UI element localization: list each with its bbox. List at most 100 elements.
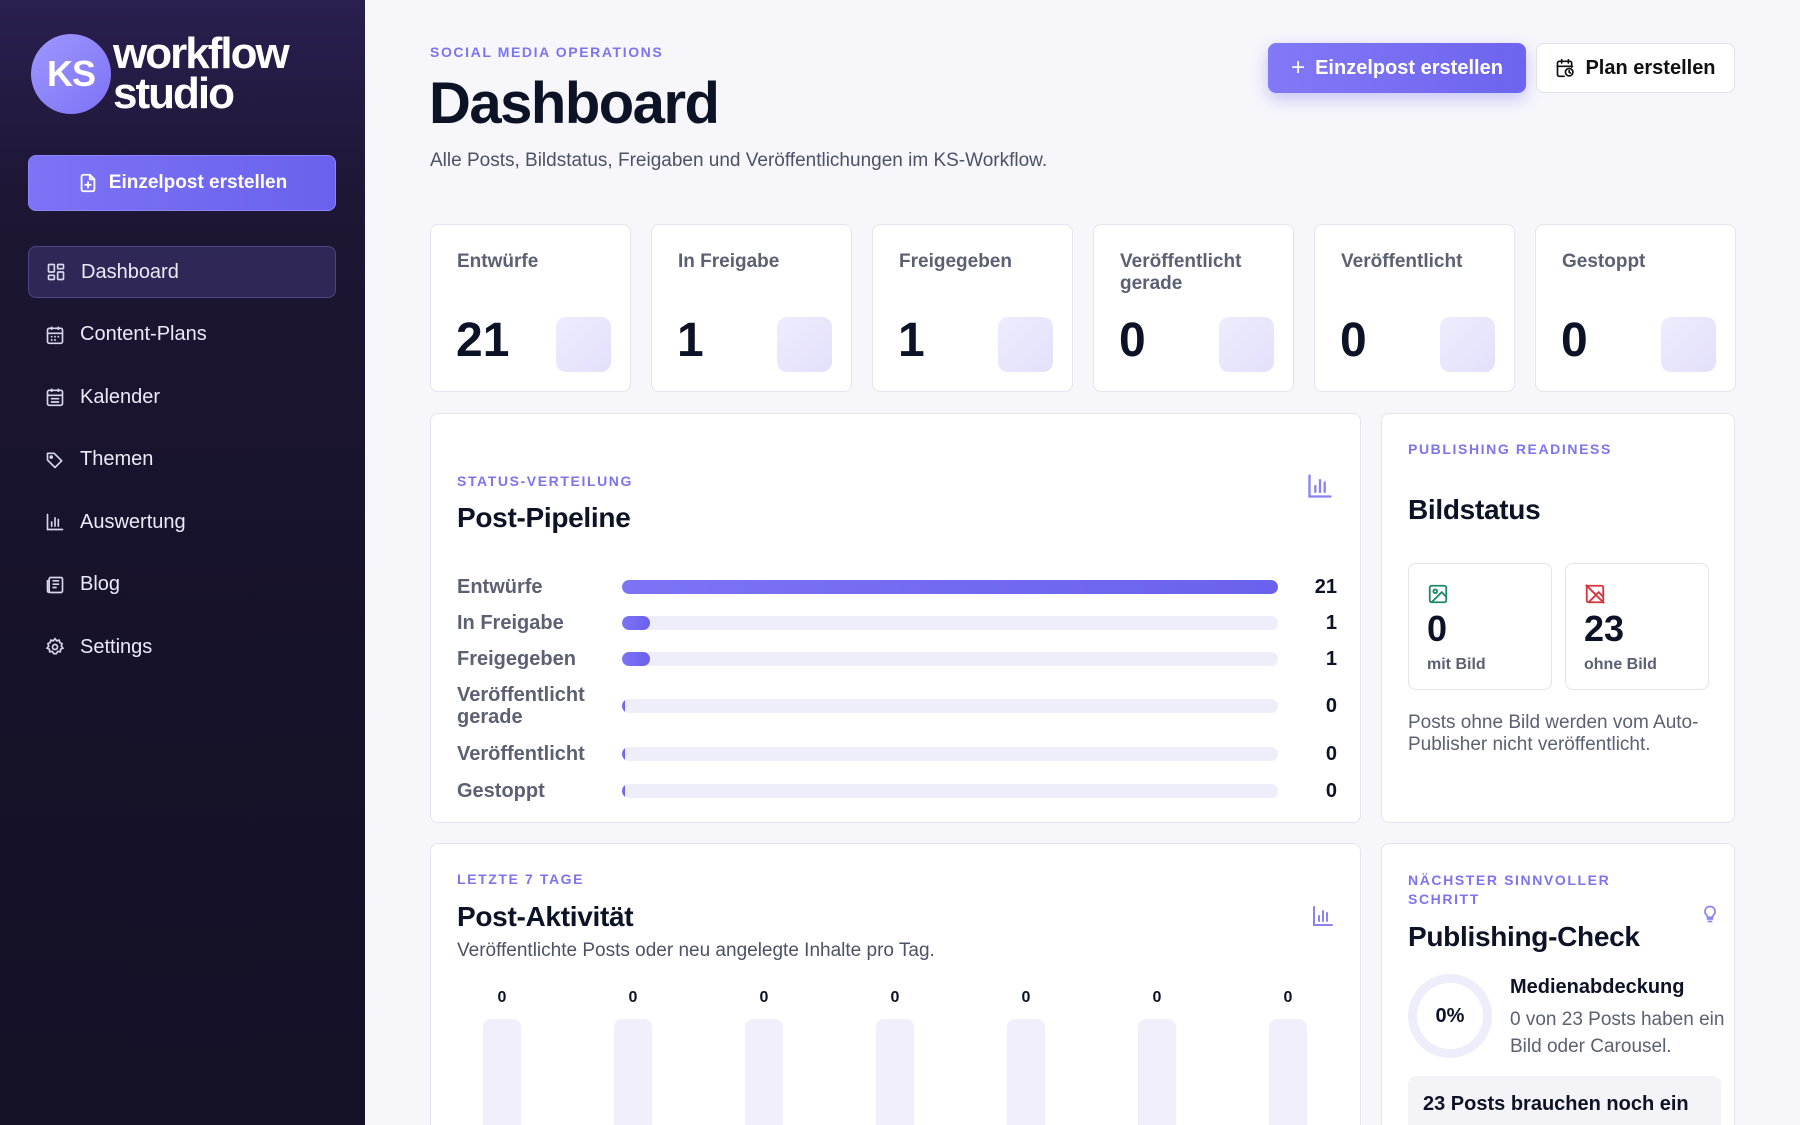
sidebar-item-themen[interactable]: Themen (28, 434, 336, 486)
file-plus-icon (80, 173, 96, 193)
activity-bar-track (483, 1019, 521, 1125)
lightbulb-icon (1704, 905, 1716, 923)
stat-label: Veröffentlicht gerade (1120, 251, 1242, 294)
pipeline-row: Freigegeben 1 (457, 641, 1337, 677)
logo-line-1: workflow (113, 29, 290, 78)
stat-value: 0 (1119, 314, 1146, 367)
sidebar-item-settings[interactable]: Settings (28, 621, 336, 673)
post-pipeline-panel: STATUS-VERTEILUNG Post-Pipeline Entwürfe… (430, 413, 1361, 823)
missing-media-text: 23 Posts brauchen noch ein (1423, 1093, 1689, 1115)
bar-chart-icon (44, 511, 66, 533)
sidebar-item-dashboard[interactable]: Dashboard (28, 246, 336, 298)
stat-icon-placeholder (556, 317, 611, 372)
activity-bar-track (1138, 1019, 1176, 1125)
stat-icon-placeholder (1440, 317, 1495, 372)
pipeline-fill (622, 747, 625, 761)
pipeline-count: 1 (1325, 611, 1337, 634)
stat-card-entwuerfe[interactable]: Entwürfe 21 (430, 224, 631, 392)
sidebar-create-post-button[interactable]: Einzelpost erstellen (28, 155, 336, 211)
sidebar-item-label: Auswertung (80, 510, 186, 533)
bar-chart-icon (1308, 474, 1332, 498)
activity-bar-column: 0 (598, 989, 668, 1125)
pipeline-label: Freigegeben (457, 648, 576, 670)
stat-card-freigegeben[interactable]: Freigegeben 1 (872, 224, 1073, 392)
pipeline-fill (622, 699, 625, 713)
activity-bar-value: 0 (1283, 989, 1293, 1006)
activity-bar-value: 0 (1021, 989, 1031, 1006)
pipeline-track (622, 747, 1278, 761)
stat-label: Freigegeben (899, 251, 1012, 272)
check-title: Publishing-Check (1408, 921, 1640, 952)
stat-icon-placeholder (998, 317, 1053, 372)
media-coverage-title: Medienabdeckung (1510, 976, 1685, 998)
page-title: Dashboard (429, 71, 720, 136)
activity-bar-value: 0 (890, 989, 900, 1006)
pipeline-row: Entwürfe 21 (457, 569, 1337, 605)
image-off-icon (1585, 584, 1605, 604)
stat-value: 1 (677, 314, 704, 367)
sidebar-item-label: Kalender (80, 385, 161, 408)
sidebar-item-auswertung[interactable]: Auswertung (28, 496, 336, 548)
create-post-label: Einzelpost erstellen (1315, 56, 1503, 79)
pipeline-row: Gestoppt 0 (457, 773, 1337, 809)
activity-bar-track (1007, 1019, 1045, 1125)
calendar-icon (44, 324, 66, 346)
with-image-card[interactable]: 0 mit Bild (1408, 563, 1552, 690)
with-image-count: 0 (1427, 608, 1448, 649)
media-coverage-ring: 0% (1408, 974, 1492, 1058)
pipeline-count: 0 (1325, 742, 1337, 765)
pipeline-track (622, 616, 1278, 630)
pipeline-track (622, 699, 1278, 713)
bar-chart-icon (1313, 906, 1333, 926)
stat-card-in-freigabe[interactable]: In Freigabe 1 (651, 224, 852, 392)
activity-bar-track (1269, 1019, 1307, 1125)
stat-icon-placeholder (777, 317, 832, 372)
activity-bar-column: 0 (1122, 989, 1192, 1125)
pipeline-label: Veröffentlicht (457, 743, 585, 765)
stat-card-gestoppt[interactable]: Gestoppt 0 (1535, 224, 1736, 392)
pipeline-row: Veröffentlicht gerade 0 (457, 677, 1337, 735)
activity-subtitle: Veröffentlichte Posts oder neu angelegte… (457, 940, 935, 961)
bildstatus-note: Posts ohne Bild werden vom Auto-Publishe… (1408, 712, 1699, 755)
pipeline-count: 0 (1325, 694, 1337, 717)
stat-card-veroeffentlicht-gerade[interactable]: Veröffentlicht gerade 0 (1093, 224, 1294, 392)
create-post-button[interactable]: + Einzelpost erstellen (1268, 43, 1526, 93)
plus-icon: + (1291, 54, 1306, 81)
pipeline-eyebrow: STATUS-VERTEILUNG (457, 473, 634, 489)
with-image-label: mit Bild (1427, 656, 1486, 673)
pipeline-fill (622, 784, 625, 798)
logo-line-2: studio (113, 69, 235, 118)
create-plan-button[interactable]: Plan erstellen (1536, 43, 1735, 93)
stat-icon-placeholder (1661, 317, 1716, 372)
brand-logo[interactable]: KS workflow studio (31, 29, 290, 118)
sidebar-item-kalender[interactable]: Kalender (28, 371, 336, 423)
newspaper-icon (44, 574, 66, 596)
stat-label: In Freigabe (678, 251, 780, 272)
sidebar: KS workflow studio Einzelpost erstellen … (0, 0, 365, 1125)
missing-media-notice[interactable]: 23 Posts brauchen noch ein (1408, 1076, 1721, 1125)
sidebar-item-blog[interactable]: Blog (28, 559, 336, 611)
activity-bar-track (614, 1019, 652, 1125)
activity-bar-value: 0 (628, 989, 638, 1006)
activity-bar-column: 0 (860, 989, 930, 1125)
activity-bar-track (876, 1019, 914, 1125)
pipeline-track (622, 652, 1278, 666)
sidebar-item-content-plans[interactable]: Content-Plans (28, 309, 336, 361)
pipeline-count: 21 (1314, 575, 1337, 598)
bildstatus-title: Bildstatus (1408, 494, 1541, 525)
stat-label: Entwürfe (457, 251, 539, 272)
stat-value: 0 (1561, 314, 1588, 367)
pipeline-track (622, 580, 1278, 594)
stat-value: 21 (456, 314, 510, 367)
activity-bar-value: 0 (1152, 989, 1162, 1006)
sidebar-item-label: Content-Plans (80, 323, 207, 345)
stat-label: Gestoppt (1562, 251, 1646, 272)
activity-bar-column: 0 (991, 989, 1061, 1125)
without-image-card[interactable]: 23 ohne Bild (1565, 563, 1709, 690)
pipeline-title: Post-Pipeline (457, 502, 631, 533)
activity-bar-column: 0 (729, 989, 799, 1125)
pipeline-rows: Entwürfe 21 In Freigabe 1 Freigegeben 1 … (457, 569, 1337, 809)
calendar-icon (44, 386, 66, 408)
sidebar-item-label: Dashboard (81, 260, 179, 283)
stat-card-veroeffentlicht[interactable]: Veröffentlicht 0 (1314, 224, 1515, 392)
